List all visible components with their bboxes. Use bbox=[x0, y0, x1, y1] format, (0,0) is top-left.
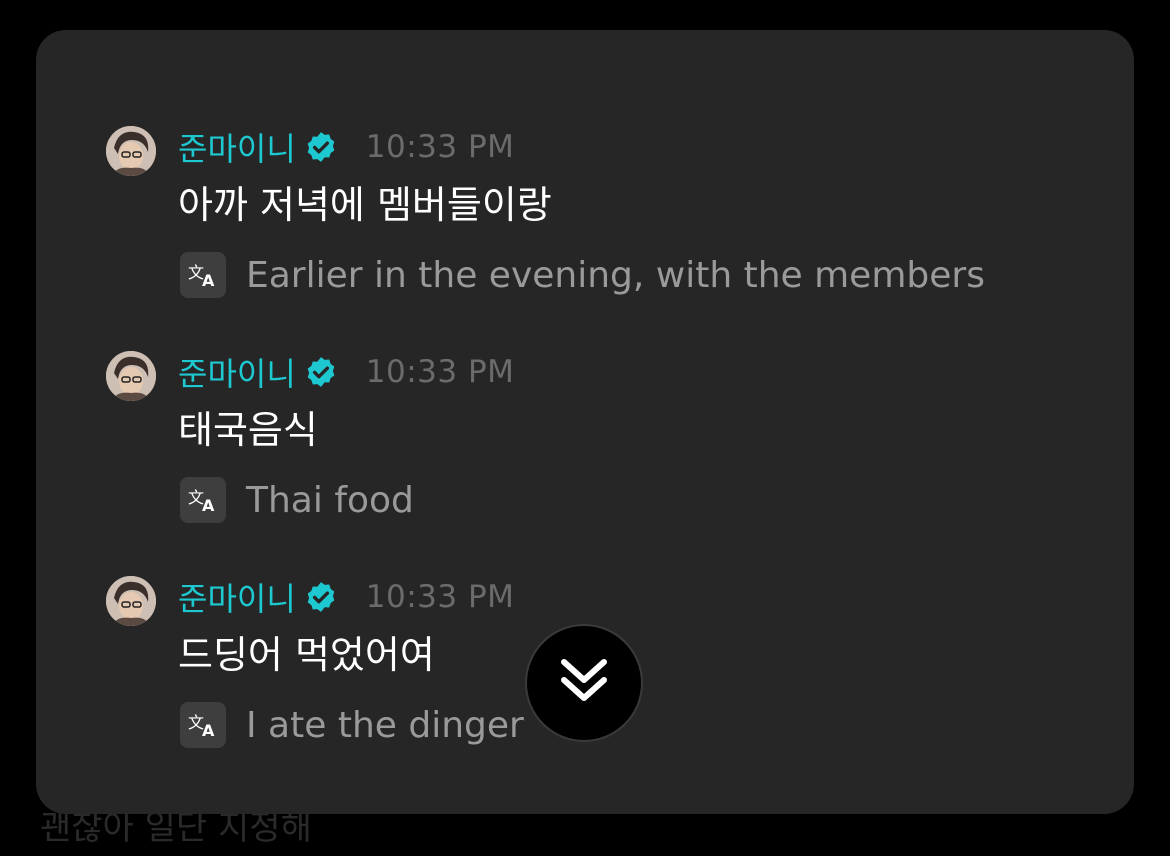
svg-text:A: A bbox=[202, 496, 215, 514]
scroll-to-bottom-button[interactable] bbox=[525, 624, 643, 742]
verified-badge-icon bbox=[304, 130, 338, 164]
message-header: 준마이니 10:33 PM bbox=[178, 349, 514, 395]
svg-text:A: A bbox=[202, 721, 215, 739]
message-text: 드딩어 먹었어여 bbox=[178, 633, 435, 677]
sender-name[interactable]: 준마이니 bbox=[178, 574, 296, 620]
translation-row: 文A Thai food bbox=[180, 477, 414, 523]
translate-icon: 文A bbox=[180, 477, 226, 523]
translation-text: Earlier in the evening, with the members bbox=[246, 254, 985, 296]
verified-badge-icon bbox=[304, 580, 338, 614]
translate-icon: 文A bbox=[180, 252, 226, 298]
sender-name[interactable]: 준마이니 bbox=[178, 349, 296, 395]
translation-row: 文A I ate the dinger bbox=[180, 702, 524, 748]
avatar[interactable] bbox=[106, 126, 156, 176]
translation-text: I ate the dinger bbox=[246, 704, 524, 746]
avatar[interactable] bbox=[106, 351, 156, 401]
message-header: 준마이니 10:33 PM bbox=[178, 124, 514, 170]
message-text: 아까 저녁에 멤버들이랑 bbox=[178, 183, 552, 227]
translation-text: Thai food bbox=[246, 479, 414, 521]
sender-name[interactable]: 준마이니 bbox=[178, 124, 296, 170]
message-text: 태국음식 bbox=[178, 408, 318, 452]
verified-badge-icon bbox=[304, 355, 338, 389]
message-time: 10:33 PM bbox=[365, 129, 515, 165]
translation-row: 文A Earlier in the evening, with the memb… bbox=[180, 252, 985, 298]
message-time: 10:33 PM bbox=[365, 579, 515, 615]
double-chevron-down-icon bbox=[556, 656, 612, 710]
translate-icon: 文A bbox=[180, 702, 226, 748]
avatar[interactable] bbox=[106, 576, 156, 626]
message-time: 10:33 PM bbox=[365, 354, 515, 390]
message-header: 준마이니 10:33 PM bbox=[178, 574, 514, 620]
svg-text:A: A bbox=[202, 271, 215, 289]
